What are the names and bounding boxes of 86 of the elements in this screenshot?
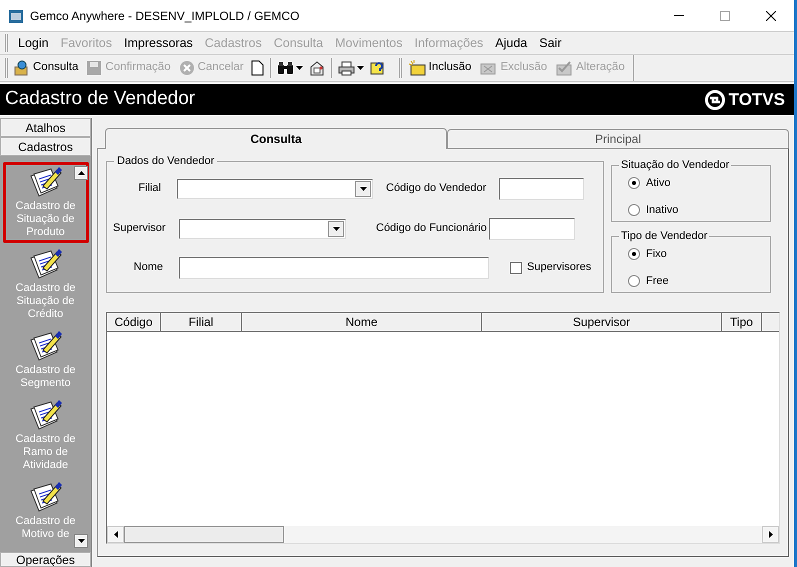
edit-record-icon: [555, 60, 574, 76]
window-title: Gemco Anywhere - DESENV_IMPLOLD / GEMCO: [30, 8, 300, 24]
dropdown-button[interactable]: [355, 180, 371, 196]
document-pen-icon: [28, 399, 62, 431]
field-label: Código do Vendedor: [386, 181, 486, 196]
radio-label: Fixo: [646, 246, 667, 262]
close-icon: [766, 10, 776, 20]
shortcut-label: Cadastro de Ramo de Atividade: [14, 433, 76, 472]
grip-handle: [5, 58, 8, 78]
right-arrow-icon: [768, 531, 772, 538]
new-document-icon: [250, 60, 264, 76]
document-pen-icon: [28, 330, 62, 362]
sidebar-section-button[interactable]: Operações: [0, 552, 91, 567]
checkbox-label: Supervisores: [527, 260, 592, 276]
document-pen-icon: [28, 481, 62, 513]
column-header[interactable]: Código: [107, 313, 161, 331]
radio-label: Ativo: [646, 176, 670, 190]
toolbar-separator: [270, 58, 271, 78]
input-field[interactable]: [179, 256, 489, 278]
scroll-left-button[interactable]: [107, 526, 124, 543]
dropdown-button[interactable]: [328, 220, 344, 236]
menu-item[interactable]: Login: [12, 34, 55, 52]
field-label: Filial: [137, 181, 161, 196]
up-arrow-icon: [78, 171, 84, 175]
scrollbar-thumb[interactable]: [124, 526, 284, 543]
document-pen-icon: [28, 166, 62, 198]
down-arrow-icon: [78, 539, 84, 543]
printer-icon: [338, 60, 355, 76]
input-field[interactable]: [489, 218, 575, 240]
group-title: Situação do Vendedor: [620, 158, 730, 173]
app-icon: [8, 8, 24, 24]
menu-item[interactable]: Impressoras: [118, 34, 199, 52]
folder-globe-icon: [14, 60, 30, 76]
input-field[interactable]: [499, 178, 584, 200]
radio-label: Inativo: [646, 203, 678, 218]
radio-button[interactable]: [628, 275, 640, 288]
column-header[interactable]: Tipo: [722, 313, 762, 331]
column-header[interactable]: Supervisor: [482, 313, 722, 331]
minimize-icon: [674, 15, 684, 16]
logo-icon: [704, 90, 725, 110]
help-icon: [370, 60, 386, 76]
scroll-down-button[interactable]: [74, 534, 88, 548]
grip-handle: [5, 34, 8, 52]
shortcut-label: Cadastro de Situação de Produto: [14, 200, 76, 239]
page-title: Cadastro de Vendedor: [5, 87, 196, 112]
cancel-icon: [178, 60, 195, 76]
maximize-icon: [720, 10, 730, 20]
new-record-icon: [408, 60, 426, 76]
radio-button[interactable]: [628, 204, 640, 216]
group-title: Tipo de Vendedor: [620, 229, 708, 244]
dropdown-caret-icon: [296, 66, 303, 70]
left-arrow-icon: [114, 531, 118, 538]
shortcut-label: Cadastro de Situação de Crédito: [14, 282, 76, 321]
dropdown-field[interactable]: [177, 178, 373, 198]
dropdown-caret-icon: [356, 66, 364, 70]
sidebar-section-button[interactable]: Cadastros: [0, 137, 91, 156]
toolbar-button[interactable]: Consulta: [10, 57, 82, 79]
scroll-up-button[interactable]: [74, 166, 88, 180]
field-label: Código do Funcionário: [376, 221, 484, 236]
radio-button[interactable]: [628, 176, 640, 189]
save-icon: [86, 60, 102, 76]
dropdown-field[interactable]: [179, 218, 346, 238]
menu-item[interactable]: Ajuda: [489, 34, 534, 52]
caret-icon: [332, 226, 340, 230]
grip-handle: [398, 58, 402, 78]
radio-button[interactable]: [628, 248, 640, 260]
column-header[interactable]: Filial: [161, 313, 242, 331]
column-header[interactable]: Nome: [242, 313, 482, 331]
radio-label: Free: [646, 274, 669, 289]
shortcut-label: Cadastro de Motivo de: [14, 515, 76, 541]
toolbar-separator: [330, 58, 332, 78]
tab[interactable]: Principal: [447, 129, 789, 148]
checkbox[interactable]: [510, 262, 522, 274]
binoculars-icon: [276, 61, 294, 75]
tab[interactable]: Consulta: [105, 128, 447, 149]
document-pen-icon: [28, 248, 62, 280]
sidebar-section-button[interactable]: Atalhos: [0, 118, 91, 137]
scroll-right-button[interactable]: [762, 526, 779, 543]
toolbar-button[interactable]: Inclusão: [404, 57, 476, 79]
caret-icon: [360, 186, 366, 190]
group-title: Dados do Vendedor: [116, 154, 216, 169]
field-label: Nome: [132, 260, 163, 276]
field-label: Supervisor: [113, 221, 167, 236]
shortcut-label: Cadastro de Segmento: [14, 364, 76, 390]
menu-item[interactable]: Sair: [533, 34, 568, 52]
logo-text: TOTVS: [728, 88, 785, 111]
